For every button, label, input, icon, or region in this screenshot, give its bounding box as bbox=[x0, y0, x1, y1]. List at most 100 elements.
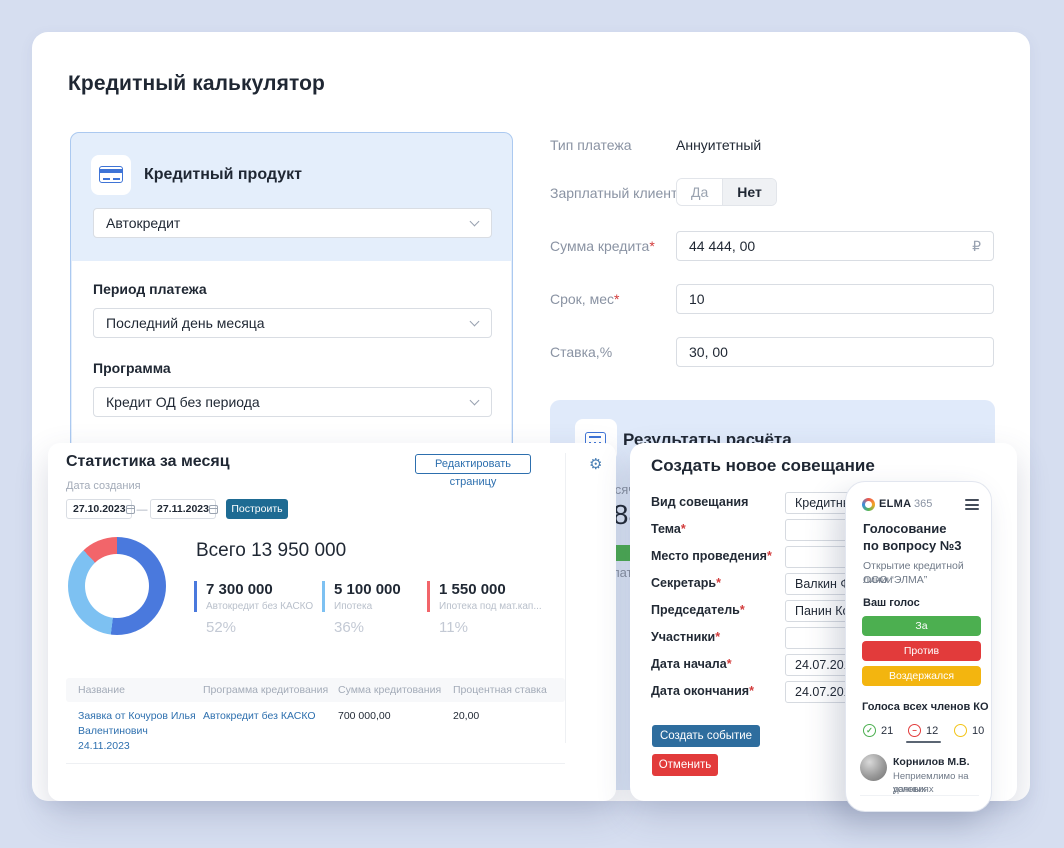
minus-circle-icon: − bbox=[908, 724, 921, 737]
donut-chart bbox=[68, 537, 166, 635]
votes-for-count[interactable]: ✓ 21 bbox=[863, 724, 893, 737]
voting-title-line2: по вопросу №3 bbox=[863, 537, 962, 554]
col-header-program: Программа кредитования bbox=[203, 684, 328, 696]
credit-card-icon-box bbox=[91, 155, 131, 195]
stat-item: 7 300 000 Автокредит без КАСКО 52% bbox=[194, 581, 313, 636]
term-label: Срок, мес* bbox=[550, 291, 619, 307]
votes-against-count[interactable]: − 12 bbox=[908, 724, 938, 737]
calendar-icon bbox=[209, 505, 218, 514]
calendar-icon bbox=[126, 505, 135, 514]
cancel-button[interactable]: Отменить bbox=[652, 754, 718, 776]
brand-suffix: 365 bbox=[914, 498, 932, 510]
participants-label: Участники* bbox=[651, 630, 720, 644]
col-header-name: Название bbox=[78, 684, 125, 696]
table-bottom-border bbox=[66, 763, 565, 764]
required-mark: * bbox=[767, 549, 772, 563]
salary-client-label: Зарплатный клиент bbox=[550, 185, 677, 201]
selected-count-underline bbox=[906, 741, 941, 743]
your-vote-label: Ваш голос bbox=[863, 597, 920, 609]
widget-divider bbox=[565, 453, 566, 743]
salary-no-option[interactable]: Нет bbox=[723, 179, 776, 205]
page-title: Кредитный калькулятор bbox=[68, 72, 325, 96]
creation-date-label: Дата создания bbox=[66, 480, 141, 492]
build-button[interactable]: Построить bbox=[226, 499, 288, 519]
required-mark: * bbox=[727, 657, 732, 671]
elma-logo-icon bbox=[862, 498, 875, 511]
required-mark: * bbox=[649, 238, 654, 254]
all-votes-label: Голоса всех членов КО bbox=[862, 701, 989, 713]
location-label: Место проведения* bbox=[651, 549, 772, 563]
chevron-down-icon bbox=[470, 317, 480, 327]
create-event-button[interactable]: Создать событие bbox=[652, 725, 760, 747]
required-mark: * bbox=[715, 630, 720, 644]
program-select[interactable]: Кредит ОД без периода bbox=[93, 387, 492, 417]
col-header-rate: Процентная ставка bbox=[453, 684, 547, 696]
payment-type-label: Тип платежа bbox=[550, 137, 632, 153]
voting-title-line1: Голосование bbox=[863, 520, 947, 537]
phone-divider bbox=[860, 795, 979, 796]
chairman-label: Председатель* bbox=[651, 603, 745, 617]
rate-label: Ставка,% bbox=[550, 344, 612, 360]
statistics-total: Всего 13 950 000 bbox=[196, 540, 346, 562]
voting-subject-line2: ООО “ЭЛМА” bbox=[863, 573, 927, 587]
stat-item: 5 100 000 Ипотека 36% bbox=[322, 581, 401, 636]
gear-icon[interactable]: ⚙ bbox=[589, 455, 602, 473]
salary-client-toggle: Да Нет bbox=[676, 178, 777, 206]
required-mark: * bbox=[614, 291, 619, 307]
required-mark: * bbox=[716, 576, 721, 590]
monthly-statistics-panel: Статистика за месяц Редактировать страни… bbox=[48, 443, 616, 801]
program-link[interactable]: Автокредит без КАСКО bbox=[203, 709, 316, 724]
date-range-separator: — bbox=[136, 504, 148, 516]
amount-input[interactable]: 44 444, 00 ₽ bbox=[676, 231, 994, 261]
term-input[interactable]: 10 bbox=[676, 284, 994, 314]
required-mark: * bbox=[740, 603, 745, 617]
edit-page-button[interactable]: Редактировать страницу bbox=[415, 454, 531, 474]
vote-abstain-button[interactable]: Воздержался bbox=[862, 666, 981, 686]
check-circle-icon: ✓ bbox=[863, 724, 876, 737]
vote-for-button[interactable]: За bbox=[862, 616, 981, 636]
start-date-label: Дата начала* bbox=[651, 657, 732, 671]
stat-item: 1 550 000 Ипотека под мат.кап... 11% bbox=[427, 581, 542, 636]
page-background: Кредитный калькулятор Кредитный продукт … bbox=[0, 0, 1064, 848]
col-header-amount: Сумма кредитования bbox=[338, 684, 441, 696]
salary-yes-option[interactable]: Да bbox=[677, 179, 723, 205]
product-select-value: Автокредит bbox=[106, 215, 180, 231]
date-to-input[interactable]: 27.11.2023 bbox=[150, 499, 216, 519]
topic-label: Тема* bbox=[651, 522, 686, 536]
empty-circle-icon bbox=[954, 724, 967, 737]
comment-author: Корнилов М.В. bbox=[893, 756, 970, 768]
credit-amount-cell: 700 000,00 bbox=[338, 709, 391, 724]
meeting-type-label: Вид совещания bbox=[651, 495, 748, 509]
chevron-down-icon bbox=[470, 217, 480, 227]
program-select-value: Кредит ОД без периода bbox=[106, 394, 260, 410]
chevron-down-icon bbox=[470, 396, 480, 406]
program-label: Программа bbox=[93, 360, 171, 376]
period-select[interactable]: Последний день месяца bbox=[93, 308, 492, 338]
period-label: Период платежа bbox=[93, 281, 207, 297]
application-link[interactable]: Заявка от Кочуров Илья Валентинович 24.1… bbox=[78, 709, 196, 754]
mobile-voting-mockup: ELMA 365 Голосование по вопросу №3 Откры… bbox=[845, 481, 992, 812]
date-from-input[interactable]: 27.10.2023 bbox=[66, 499, 132, 519]
end-date-label: Дата окончания* bbox=[651, 684, 754, 698]
rate-input[interactable]: 30, 00 bbox=[676, 337, 994, 367]
ruble-icon: ₽ bbox=[972, 232, 981, 260]
hamburger-menu-icon[interactable] bbox=[965, 499, 979, 513]
rate-cell: 20,00 bbox=[453, 709, 479, 724]
credit-card-icon bbox=[99, 166, 123, 183]
period-select-value: Последний день месяца bbox=[106, 315, 265, 331]
product-card-body: Период платежа Последний день месяца Про… bbox=[72, 261, 511, 460]
required-mark: * bbox=[681, 522, 686, 536]
product-card-title: Кредитный продукт bbox=[144, 166, 302, 184]
secretary-label: Секретарь* bbox=[651, 576, 721, 590]
required-mark: * bbox=[749, 684, 754, 698]
statistics-title: Статистика за месяц bbox=[66, 453, 230, 471]
payment-type-value: Аннуитетный bbox=[676, 137, 761, 153]
vote-against-button[interactable]: Против bbox=[862, 641, 981, 661]
brand-name: ELMA bbox=[879, 498, 911, 510]
dialog-title: Создать новое совещание bbox=[651, 456, 875, 476]
product-select[interactable]: Автокредит bbox=[93, 208, 492, 238]
votes-abstain-count[interactable]: 10 bbox=[954, 724, 984, 737]
credit-product-card: Кредитный продукт Автокредит Период плат… bbox=[70, 132, 513, 462]
avatar bbox=[860, 754, 887, 781]
amount-label: Сумма кредита* bbox=[550, 238, 655, 254]
